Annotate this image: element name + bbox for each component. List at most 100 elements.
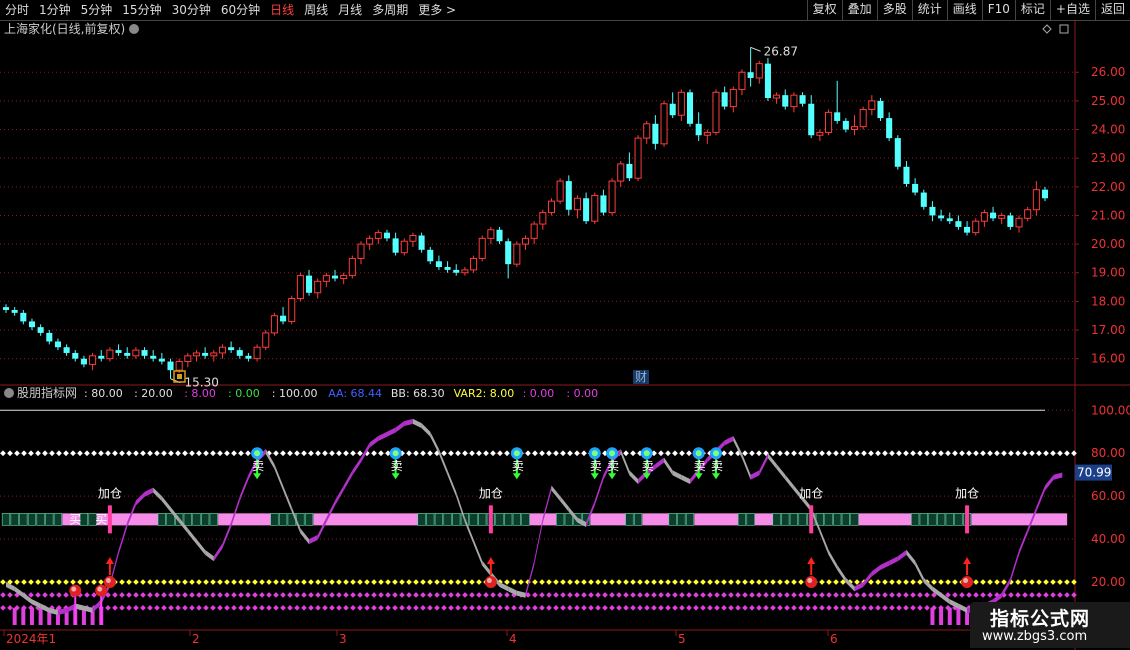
sell-ball-core bbox=[609, 450, 616, 457]
watermark-url: www.zbgs3.com bbox=[982, 629, 1088, 644]
low-level-dot bbox=[154, 604, 160, 611]
low-level-dot bbox=[315, 604, 321, 611]
low-level-dot bbox=[833, 604, 839, 611]
low-level-dot bbox=[1043, 592, 1049, 598]
lower-level-dot bbox=[119, 579, 125, 585]
indicator-ribbon-segment bbox=[871, 564, 881, 577]
state-band-up bbox=[373, 513, 384, 526]
lower-level-dot bbox=[252, 579, 258, 585]
low-level-dot bbox=[469, 592, 475, 598]
buy-ball-highlight bbox=[71, 586, 77, 592]
indicator-ribbon-segment bbox=[664, 457, 673, 476]
tool-button-0[interactable]: 复权 bbox=[806, 0, 842, 20]
state-band-down bbox=[789, 513, 799, 526]
candle-body-down bbox=[80, 358, 87, 365]
lower-level-dot bbox=[644, 579, 650, 585]
low-level-dot bbox=[294, 604, 300, 611]
low-level-dot bbox=[728, 604, 734, 611]
tab-4[interactable]: 30分钟 bbox=[167, 0, 216, 20]
candle-body-down bbox=[2, 307, 10, 310]
lower-level-dot bbox=[203, 579, 209, 585]
candle-body-up bbox=[1015, 217, 1023, 228]
tool-button-2[interactable]: 多股 bbox=[876, 0, 912, 20]
low-level-dot bbox=[203, 604, 209, 611]
indicator-dropdown-icon bbox=[4, 388, 14, 398]
tab-5[interactable]: 60分钟 bbox=[216, 0, 265, 20]
low-level-dot bbox=[259, 592, 265, 598]
low-level-dot bbox=[602, 604, 608, 611]
candle-body-up bbox=[314, 280, 322, 294]
kline-chart[interactable]: 16.00 17.00 18.00 19.00 20.00 21.00 22.00 23.00… bbox=[0, 21, 1130, 650]
tab-8[interactable]: 月线 bbox=[333, 0, 367, 20]
state-band-down bbox=[45, 513, 54, 526]
indicator-ribbon-segment bbox=[655, 457, 665, 469]
upper-level-dot bbox=[7, 450, 13, 457]
tab-1[interactable]: 1分钟 bbox=[34, 0, 76, 20]
low-level-dot bbox=[210, 592, 216, 598]
state-band-down bbox=[434, 513, 444, 526]
tool-buttons: 复权 叠加 多股 统计 画线 F10 标记 +自选 返回 bbox=[806, 0, 1130, 20]
sell-ball-core bbox=[392, 450, 399, 457]
low-level-dot bbox=[112, 604, 118, 611]
indicator-ribbon-segment bbox=[309, 534, 318, 545]
low-level-dot bbox=[595, 604, 601, 611]
lower-level-dot bbox=[476, 579, 482, 585]
tab-6[interactable]: 日线 bbox=[265, 0, 299, 20]
tab-10[interactable]: 更多 > bbox=[413, 0, 461, 20]
low-level-dot bbox=[392, 592, 398, 598]
tab-3[interactable]: 15分钟 bbox=[117, 0, 166, 20]
tab-7[interactable]: 周线 bbox=[299, 0, 333, 20]
tool-button-6[interactable]: 标记 bbox=[1014, 0, 1050, 20]
lower-level-dot bbox=[609, 579, 615, 585]
lower-level-dot bbox=[980, 579, 986, 585]
low-level-dot bbox=[371, 592, 377, 598]
lower-level-dot bbox=[378, 579, 384, 585]
time-tick-label: 2024年1 bbox=[6, 632, 56, 646]
tool-button-7[interactable]: +自选 bbox=[1049, 0, 1095, 20]
low-level-dot bbox=[749, 604, 755, 611]
lower-level-dot bbox=[441, 579, 447, 585]
candle-body-down bbox=[799, 95, 806, 104]
upper-level-dot bbox=[483, 450, 489, 457]
upper-level-dot bbox=[280, 450, 286, 457]
upper-level-dot bbox=[441, 450, 447, 457]
indicator-ribbon-segment bbox=[378, 431, 387, 442]
low-level-dot bbox=[756, 604, 762, 611]
lower-level-dot bbox=[287, 579, 293, 585]
upper-level-dot bbox=[1036, 450, 1042, 457]
tool-button-1[interactable]: 叠加 bbox=[841, 0, 877, 20]
lower-level-dot bbox=[1057, 579, 1063, 585]
add-ball-highlight bbox=[963, 578, 969, 584]
tab-0[interactable]: 分时 bbox=[0, 0, 34, 20]
low-level-dot bbox=[336, 592, 342, 598]
candle-body-down bbox=[245, 355, 252, 359]
low-level-dot bbox=[616, 604, 622, 611]
tab-2[interactable]: 5分钟 bbox=[76, 0, 118, 20]
low-level-dot bbox=[147, 604, 153, 611]
low-level-dot bbox=[189, 592, 195, 598]
state-band-up bbox=[313, 513, 323, 526]
upper-level-dot bbox=[98, 450, 104, 457]
low-level-dot bbox=[196, 592, 202, 598]
low-level-dot bbox=[686, 592, 692, 598]
candle-body-down bbox=[695, 123, 702, 136]
low-level-dot bbox=[826, 592, 832, 598]
tool-button-5[interactable]: F10 bbox=[981, 0, 1015, 20]
state-band-down bbox=[910, 513, 920, 526]
candle-body-up bbox=[262, 332, 270, 348]
lower-level-dot bbox=[56, 579, 62, 585]
candle-body-down bbox=[158, 358, 165, 362]
tool-button-4[interactable]: 画线 bbox=[946, 0, 982, 20]
indicator-ribbon-segment bbox=[144, 487, 154, 497]
low-level-dot bbox=[742, 604, 748, 611]
upper-level-dot bbox=[994, 450, 1000, 457]
state-band-up bbox=[659, 513, 669, 526]
tab-9[interactable]: 多周期 bbox=[367, 0, 413, 20]
lower-level-dot bbox=[1022, 579, 1028, 585]
upper-level-dot bbox=[413, 450, 419, 457]
tool-button-8[interactable]: 返回 bbox=[1094, 0, 1130, 20]
low-level-dot bbox=[378, 592, 384, 598]
upper-level-dot bbox=[1064, 450, 1070, 457]
low-level-dot bbox=[490, 592, 496, 598]
tool-button-3[interactable]: 统计 bbox=[911, 0, 947, 20]
